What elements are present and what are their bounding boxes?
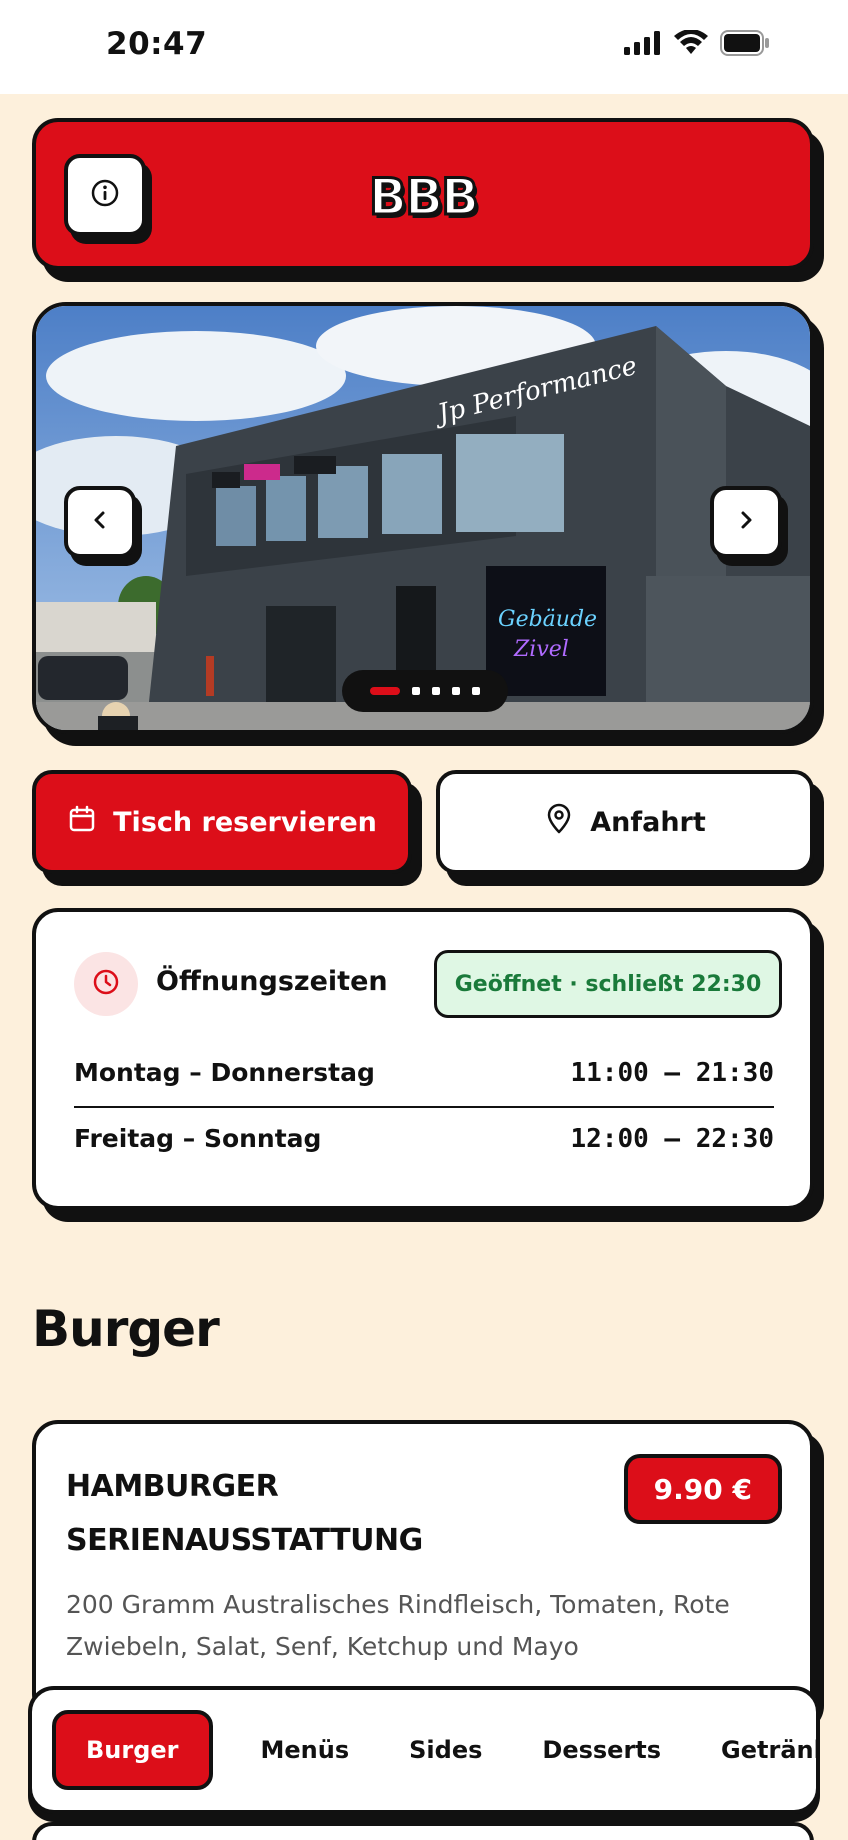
hero-carousel[interactable]: Jp Performance Gebäude Zivel	[32, 302, 814, 734]
opening-hours-title: Öffnungszeiten	[156, 966, 388, 997]
next-menu-item-card[interactable]	[32, 1822, 814, 1840]
menu-item-card[interactable]: Hamburger Serienausstattung 9.90 € 200 G…	[32, 1420, 814, 1720]
menu-item-description: 200 Gramm Australisches Rindfleisch, Tom…	[66, 1590, 730, 1661]
hours-time: 11:00 – 21:30	[570, 1058, 775, 1088]
carousel-dots	[342, 670, 508, 712]
category-tab-burger[interactable]: Burger	[52, 1710, 213, 1790]
open-status-badge: Geöffnet · schließt 22:30	[434, 950, 782, 1018]
reserve-label: Tisch reservieren	[113, 806, 377, 838]
status-time: 20:47	[106, 26, 208, 62]
svg-text:Zivel: Zivel	[513, 637, 569, 662]
hours-days: Montag – Donnerstag	[74, 1058, 375, 1087]
hours-row: Montag – Donnerstag 11:00 – 21:30	[74, 1058, 774, 1088]
chevron-right-icon	[735, 509, 757, 535]
hours-time: 12:00 – 22:30	[570, 1124, 775, 1154]
category-nav: Burger Menüs Sides Desserts Getränke	[28, 1686, 820, 1814]
status-bar: 20:47	[0, 0, 848, 94]
map-pin-icon	[544, 803, 574, 842]
brand-logo[interactable]: BBB	[367, 167, 480, 228]
clock-icon-badge	[74, 952, 138, 1016]
carousel-dot[interactable]	[452, 687, 460, 695]
opening-hours-card: Öffnungszeiten Geöffnet · schließt 22:30…	[32, 908, 814, 1210]
category-tab-sides[interactable]: Sides	[379, 1710, 512, 1790]
section-title: Burger	[32, 1300, 220, 1358]
status-icons	[624, 29, 770, 60]
carousel-prev-button[interactable]	[64, 486, 136, 558]
carousel-dot[interactable]	[472, 687, 480, 695]
battery-icon	[720, 30, 770, 60]
calendar-icon	[67, 804, 97, 841]
divider	[74, 1106, 774, 1108]
carousel-dot[interactable]	[432, 687, 440, 695]
chevron-left-icon	[89, 509, 111, 535]
clock-icon	[91, 967, 121, 1001]
svg-text:Gebäude: Gebäude	[498, 607, 597, 632]
category-tab-drinks[interactable]: Getränke	[691, 1710, 816, 1790]
reserve-table-button[interactable]: Tisch reservieren	[32, 770, 412, 874]
signal-icon	[624, 31, 662, 59]
carousel-dot[interactable]	[370, 687, 400, 695]
menu-item-name: Hamburger Serienausstattung	[66, 1469, 423, 1558]
carousel-next-button[interactable]	[710, 486, 782, 558]
price-badge: 9.90 €	[623, 1454, 782, 1524]
info-icon	[90, 178, 120, 212]
info-button[interactable]	[64, 154, 146, 236]
hours-row: Freitag – Sonntag 12:00 – 22:30	[74, 1124, 774, 1154]
app-header: BBB	[32, 118, 814, 270]
category-tabs: Burger Menüs Sides Desserts Getränke	[52, 1710, 816, 1790]
directions-button[interactable]: Anfahrt	[436, 770, 814, 874]
wifi-icon	[674, 29, 708, 60]
carousel-dot[interactable]	[412, 687, 420, 695]
hours-days: Freitag – Sonntag	[74, 1124, 322, 1153]
category-tab-menus[interactable]: Menüs	[231, 1710, 380, 1790]
storefront-photo: Jp Performance Gebäude Zivel	[36, 306, 810, 730]
directions-label: Anfahrt	[590, 806, 706, 838]
category-tab-desserts[interactable]: Desserts	[512, 1710, 691, 1790]
